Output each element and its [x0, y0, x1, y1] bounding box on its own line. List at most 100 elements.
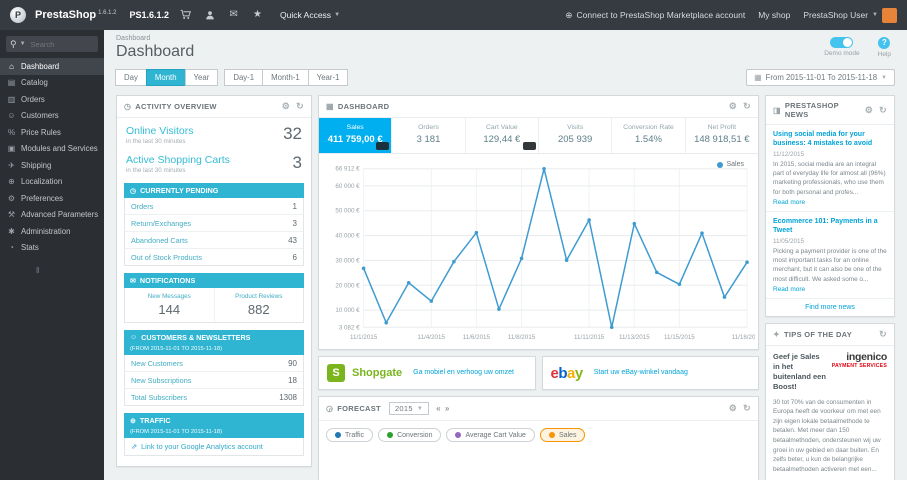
kpi-badge — [376, 142, 390, 150]
trophy-icon[interactable]: ★ — [250, 10, 265, 20]
quick-access-menu[interactable]: Quick Access ▼ — [280, 10, 340, 20]
sidebar-item-customers[interactable]: ☺ Customers — [0, 108, 104, 125]
shopgate-promo[interactable]: S Shopgate Ga mobiel en verhoog uw omzet — [318, 356, 536, 390]
sales-line-chart: 11/1/2015 11/4/2015 11/6/2015 11/8/2015 11/1… — [335, 166, 763, 341]
user-menu[interactable]: PrestaShop User ▼ — [803, 7, 897, 23]
section-row-new-customers: New Customers 90 — [125, 355, 303, 372]
sidebar-search[interactable]: ⚲ ▼ — [6, 36, 98, 52]
ebay-link[interactable]: Start uw eBay-winkel vandaag — [594, 368, 688, 377]
row-link[interactable]: Abandoned Carts — [131, 236, 188, 245]
forecast-metric-sales[interactable]: Sales — [539, 428, 586, 442]
help-icon[interactable]: ? — [878, 37, 891, 49]
date-range-button[interactable]: ▦ From 2015-11-01 To 2015-11-18 ▼ — [746, 69, 895, 86]
refresh-icon[interactable]: ↻ — [296, 101, 304, 112]
sidebar-item-stats[interactable]: ◔ Stats — [0, 240, 104, 257]
row-link[interactable]: Orders — [131, 202, 153, 211]
catalog-icon: ▤ — [7, 78, 16, 88]
sidebar-item-shipping[interactable]: ✈ Shipping — [0, 157, 104, 174]
activity-stat-active-shopping-carts: Active Shopping Carts in the last 30 minu… — [117, 147, 311, 176]
news-title-link[interactable]: Ecommerce 101: Payments in a Tweet — [773, 217, 887, 236]
my-shop-link[interactable]: My shop — [758, 10, 790, 20]
prev-year-button[interactable]: « — [436, 404, 441, 413]
metric-dot — [335, 432, 341, 438]
section-link-link-to-your-google-analytics-account[interactable]: ⇗ Link to your Google Analytics account — [124, 438, 304, 456]
svg-text:66 912 €: 66 912 € — [335, 166, 360, 173]
chevron-down-icon[interactable]: ▼ — [20, 41, 26, 47]
filter-month[interactable]: Month — [145, 69, 186, 86]
refresh-icon[interactable]: ↻ — [743, 101, 751, 112]
section-header: ☺ CUSTOMERS & NEWSLETTERS (FROM 2015-11-01… — [124, 330, 304, 355]
refresh-icon[interactable]: ↻ — [879, 105, 887, 116]
ingenico-logo: ingenico Payment services — [832, 352, 888, 369]
sidebar-item-price-rules[interactable]: % Price Rules — [0, 124, 104, 141]
marketplace-link[interactable]: ⊕ Connect to PrestaShop Marketplace acco… — [565, 10, 745, 21]
sidebar-item-orders[interactable]: ▥ Orders — [0, 91, 104, 108]
kpi-orders[interactable]: Orders 3 181 — [392, 118, 466, 153]
row-link[interactable]: New Subscriptions — [131, 376, 191, 385]
kpi-cart-value[interactable]: Cart Value 129,44 € — [466, 118, 539, 153]
filter-day[interactable]: Day — [115, 69, 147, 86]
topbar-right: ⊕ Connect to PrestaShop Marketplace acco… — [565, 7, 897, 23]
price-rules-icon: % — [7, 127, 16, 137]
forecast-metric-traffic[interactable]: Traffic — [326, 428, 374, 442]
read-more-link[interactable]: Read more — [773, 286, 887, 293]
filter-year-1[interactable]: Year-1 — [307, 69, 349, 86]
cart-icon[interactable] — [178, 9, 193, 20]
forecast-year-select[interactable]: 2015 ▼ — [388, 402, 430, 415]
shopgate-link[interactable]: Ga mobiel en verhoog uw omzet — [413, 368, 514, 377]
section-row-orders: Orders 1 — [125, 198, 303, 215]
row-link[interactable]: Total Subscribers — [131, 393, 187, 402]
section-title: CURRENTLY PENDING — [140, 186, 219, 195]
refresh-icon[interactable]: ↻ — [743, 403, 751, 414]
notification-cell-new-messages[interactable]: New Messages 144 — [125, 288, 214, 322]
forecast-metric-average-cart-value[interactable]: Average Cart Value — [446, 428, 535, 442]
metric-dot — [455, 432, 462, 438]
row-link[interactable]: Out of Stock Products — [131, 253, 202, 262]
news-title-link[interactable]: Using social media for your business: 4 … — [773, 130, 887, 149]
row-link[interactable]: Return/Exchanges — [131, 219, 191, 228]
row-link[interactable]: New Customers — [131, 359, 183, 368]
filter-month-1[interactable]: Month-1 — [262, 69, 309, 86]
search-input[interactable] — [28, 38, 94, 50]
gear-icon[interactable]: ⚙ — [729, 403, 737, 414]
metric-label: Sales — [558, 431, 577, 439]
right-column: ◨ PrestaShop News ⚙ ↻ Using social media … — [765, 95, 895, 480]
demo-mode-toggle[interactable] — [830, 37, 854, 48]
panel-header: ✦ Tips of the day ↻ — [766, 324, 894, 346]
forecast-metric-conversion[interactable]: Conversion — [378, 428, 442, 442]
sidebar-item-localization[interactable]: ⊕ Localization — [0, 174, 104, 191]
notification-cell-product-reviews[interactable]: Product Reviews 882 — [213, 288, 304, 322]
ebay-promo[interactable]: ebay Start uw eBay-winkel vandaag — [541, 356, 759, 390]
sidebar-item-catalog[interactable]: ▤ Catalog — [0, 75, 104, 92]
activity-section-customers-newsletters: ☺ CUSTOMERS & NEWSLETTERS (FROM 2015-11-01… — [124, 330, 304, 406]
envelope-icon[interactable]: ✉ — [226, 10, 241, 20]
stat-label[interactable]: Active Shopping Carts — [126, 154, 230, 166]
dashboard-content: ◷ Activity overview ⚙ ↻ Online Visitors in… — [104, 90, 907, 480]
sidebar-item-dashboard[interactable]: ⌂ Dashboard — [0, 58, 104, 75]
next-year-button[interactable]: » — [445, 404, 450, 413]
refresh-icon[interactable]: ↻ — [879, 329, 887, 340]
sidebar-item-label: Advanced Parameters — [21, 210, 99, 220]
gear-icon[interactable]: ⚙ — [865, 105, 873, 116]
chart-legend[interactable]: Sales — [717, 161, 744, 168]
breadcrumb[interactable]: Dashboard — [116, 35, 895, 42]
find-more-news-link[interactable]: Find more news — [766, 299, 894, 316]
gear-icon[interactable]: ⚙ — [282, 101, 290, 112]
read-more-link[interactable]: Read more — [773, 199, 887, 206]
kpi-sales[interactable]: Sales 411 759,00 € — [319, 118, 393, 153]
filter-day-1[interactable]: Day-1 — [224, 69, 264, 86]
sidebar-item-administration[interactable]: ✱ Administration — [0, 223, 104, 240]
stat-label[interactable]: Online Visitors — [126, 125, 194, 137]
sidebar-collapse-button[interactable]: ‖ — [36, 266, 104, 275]
sidebar-item-modules-and-services[interactable]: ▣ Modules and Services — [0, 141, 104, 158]
kpi-conversion-rate[interactable]: Conversion Rate 1.54% — [612, 118, 686, 153]
kpi-visits[interactable]: Visits 205 939 — [539, 118, 613, 153]
sidebar-item-advanced-parameters[interactable]: ⚒ Advanced Parameters — [0, 207, 104, 224]
kpi-label: Visits — [567, 124, 584, 131]
kpi-net-profit[interactable]: Net Profit 148 918,51 € — [686, 118, 758, 153]
sidebar-item-preferences[interactable]: ⚙ Preferences — [0, 190, 104, 207]
filter-year[interactable]: Year — [184, 69, 219, 86]
gear-icon[interactable]: ⚙ — [729, 101, 737, 112]
shop-name-link[interactable]: PS1.6.1.2 — [130, 10, 170, 20]
person-icon[interactable] — [202, 10, 217, 21]
